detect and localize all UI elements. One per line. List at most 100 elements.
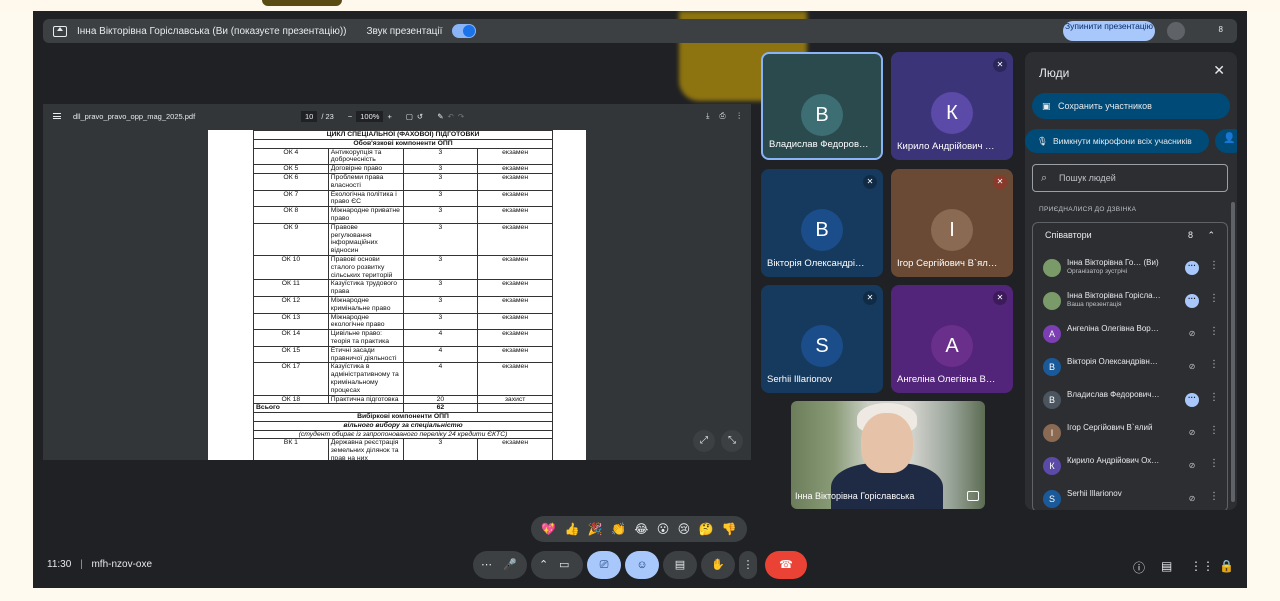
meet-window: Інна Вікторівна Горіславська (Ви (показу…	[33, 11, 1247, 588]
reaction-emoji[interactable]: 👏	[611, 522, 626, 536]
save-participants-button[interactable]: ▣ Сохранить участников	[1032, 93, 1230, 119]
mic-off-icon[interactable]: ⊘	[1185, 327, 1199, 341]
participant-tile[interactable]: А Ангеліна Олегівна В… ✕	[891, 285, 1013, 393]
self-view-tile[interactable]: Інна Вікторівна Горіславська	[791, 401, 985, 509]
participants-icon[interactable]	[1187, 22, 1213, 40]
participant-row[interactable]: І Ігор Сергійович В`ялий ⊘ ⋮	[1041, 418, 1225, 448]
activities-icon[interactable]: ⋮⋮	[1190, 559, 1214, 573]
info-icon[interactable]: ⓘ	[1133, 559, 1145, 576]
participant-row[interactable]: К Кирило Андрійович Ох… ⊘ ⋮	[1041, 451, 1225, 481]
camera-icon[interactable]: ▭	[559, 551, 569, 579]
stop-presenting-button[interactable]: Зупинити презентацію	[1063, 21, 1155, 41]
participant-row[interactable]: Інна Вікторівна Горісла… Ваша презентаці…	[1041, 286, 1225, 316]
coauthors-header[interactable]: Співавтори 8 ⌃	[1033, 223, 1227, 247]
more-vert-icon[interactable]: ⋮	[1209, 491, 1219, 502]
reaction-emoji[interactable]: 👍	[564, 522, 579, 536]
course-code: ОК 9	[253, 222, 329, 256]
presentation-sound-toggle[interactable]	[452, 24, 477, 38]
reaction-emoji[interactable]: 💖	[541, 522, 556, 536]
raise-hand-button[interactable]: ✋	[701, 551, 735, 579]
more-options-button[interactable]: ⋮	[739, 551, 757, 579]
zoom-input[interactable]: 100%	[356, 110, 384, 122]
mic-off-icon[interactable]: ⊘	[1185, 459, 1199, 473]
participant-row[interactable]: S Serhii Illarionov ⊘ ⋮	[1041, 484, 1225, 510]
phone-hangup-icon: ☎	[779, 559, 793, 571]
pdf-toolbar: dll_pravo_pravo_opp_mag_2025.pdf 10 / 23…	[43, 104, 751, 128]
mute-all-button[interactable]: 🎙 Вимкнути мікрофони всіх учасників	[1025, 129, 1209, 153]
participant-row[interactable]: Інна Вікторівна Го… (Ви) Організатор зуст…	[1041, 253, 1225, 283]
course-name: Державна реєстрація земельних ділянок та…	[327, 438, 404, 460]
reactions-button[interactable]: ☺	[625, 551, 659, 579]
page-number-input[interactable]: 10	[301, 110, 318, 122]
avatar: А	[931, 325, 973, 367]
more-vert-icon[interactable]: ⋮	[736, 111, 744, 121]
course-credits: 3	[402, 147, 479, 166]
save-participants-label: Сохранить участников	[1058, 101, 1152, 111]
print-icon[interactable]: ⎙	[720, 111, 726, 121]
mic-off-icon: 🎙	[1037, 136, 1048, 146]
more-vert-icon[interactable]: ⋮	[1209, 293, 1219, 304]
more-vert-icon[interactable]: ⋮	[1209, 326, 1219, 337]
participant-tile[interactable]: S Serhii Illarionov ✕	[761, 285, 883, 393]
more-vert-icon[interactable]: ⋮	[1209, 260, 1219, 271]
add-people-button[interactable]: 👤	[1215, 129, 1237, 153]
search-people-input[interactable]: ⌕ Пошук людей	[1032, 164, 1228, 192]
reaction-emoji[interactable]: 😂	[634, 522, 648, 536]
menu-icon[interactable]	[53, 113, 61, 119]
download-icon[interactable]: ⤓	[706, 111, 709, 121]
mic-off-icon[interactable]: ⊘	[1185, 492, 1199, 506]
more-vert-icon[interactable]: ⋮	[1209, 359, 1219, 370]
present-button[interactable]: ⎚	[587, 551, 621, 579]
close-icon[interactable]: ✕	[1213, 62, 1225, 79]
rotate-icon[interactable]: ↺	[417, 112, 423, 121]
pdf-pager: 10 / 23 − 100% + ▢ ↺ ✎ ↶ ↷	[301, 110, 464, 122]
reaction-emoji[interactable]: 👎	[722, 522, 737, 536]
more-vert-icon[interactable]: ⋮	[1209, 458, 1219, 469]
mic-icon[interactable]: 🎤	[503, 551, 517, 579]
fullscreen-icon[interactable]: ⤡	[721, 430, 743, 452]
participant-name: Інна Вікторівна Го… (Ви)	[1067, 258, 1185, 267]
joined-label: ПРИЄДНАЛИСЯ ДО ДЗВІНКА	[1039, 206, 1137, 213]
captions-button[interactable]: ▤	[663, 551, 697, 579]
mic-off-icon[interactable]: ⊘	[1185, 360, 1199, 374]
reaction-emoji[interactable]: 🤔	[698, 522, 713, 536]
reaction-emoji[interactable]: 🎉	[588, 522, 603, 536]
camera-off-icon[interactable]	[1167, 22, 1185, 40]
participant-tile[interactable]: В Вікторія Олександрі… ✕	[761, 169, 883, 277]
chevron-up-icon[interactable]: ⌃	[1207, 230, 1215, 241]
chat-icon[interactable]: ▤	[1161, 559, 1172, 573]
mic-options-icon[interactable]: ⋯	[481, 551, 492, 579]
mandatory-title: Обов'язкові компоненти ОПП	[253, 138, 553, 149]
undo-icon[interactable]: ↶	[448, 112, 454, 121]
people-panel: Люди ✕ ▣ Сохранить участников 🎙 Вимкнути…	[1025, 52, 1237, 510]
zoom-out-icon[interactable]: −	[348, 112, 352, 121]
reaction-emoji[interactable]: 😢	[678, 522, 691, 536]
participant-tile[interactable]: І Ігор Сергійович В`ял… ✕	[891, 169, 1013, 277]
fit-page-icon[interactable]: ▢	[406, 112, 413, 121]
camera-control[interactable]: ⌃ ▭	[531, 551, 583, 579]
more-vert-icon[interactable]: ⋮	[1209, 425, 1219, 436]
reaction-emoji[interactable]: 😮	[657, 522, 670, 536]
panel-scrollbar[interactable]	[1231, 202, 1235, 502]
participant-row[interactable]: В Владислав Федорович… ··· ⋮	[1041, 385, 1225, 415]
participant-name: Ігор Сергійович В`ялий	[1067, 423, 1185, 432]
host-controls-icon[interactable]: 🔒	[1219, 559, 1234, 573]
participant-tile[interactable]: К Кирило Андрійович … ✕	[891, 52, 1013, 160]
participant-name-text: Serhii Illarionov	[1067, 489, 1122, 498]
participant-row[interactable]: А Ангеліна Олегівна Вор… ⊘ ⋮	[1041, 319, 1225, 349]
redo-icon[interactable]: ↷	[458, 112, 464, 121]
fit-width-icon[interactable]: ⤢	[693, 430, 715, 452]
avatar: І	[1043, 424, 1061, 442]
camera-options-icon[interactable]: ⌃	[539, 551, 548, 579]
mic-off-icon[interactable]: ⊘	[1185, 426, 1199, 440]
participant-tile[interactable]: В Владислав Федоров…	[761, 52, 883, 160]
mic-control[interactable]: ⋯ 🎤	[473, 551, 527, 579]
more-vert-icon[interactable]: ⋮	[1209, 392, 1219, 403]
zoom-in-icon[interactable]: +	[387, 112, 391, 121]
participant-row[interactable]: В Вікторія Олександрівн… ⊘ ⋮	[1041, 352, 1225, 382]
pip-icon[interactable]	[967, 491, 979, 501]
annotate-icon[interactable]: ✎	[437, 112, 443, 121]
leave-call-button[interactable]: ☎	[765, 551, 807, 579]
course-credits: 3	[402, 254, 479, 281]
pdf-viewer[interactable]: dll_pravo_pravo_opp_mag_2025.pdf 10 / 23…	[43, 104, 751, 460]
